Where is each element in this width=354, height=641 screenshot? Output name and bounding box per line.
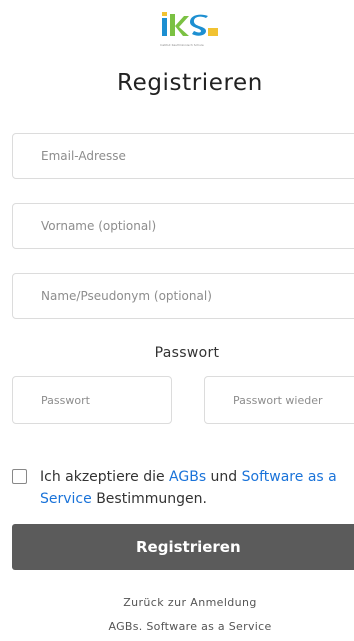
email-field[interactable] [13,134,354,178]
logo-subtitle: Institut Kaufmännisch Schule [160,43,204,47]
terms-checkbox[interactable] [12,469,27,484]
vorname-field[interactable] [13,204,354,248]
password-repeat-field-wrapper [204,376,354,424]
registration-page: Institut Kaufmännisch Schule Registriere… [0,0,354,641]
terms-prefix: Ich akzeptiere die [40,469,170,485]
password-section-label: Passwort [154,345,220,361]
vorname-field-wrapper [12,203,354,249]
back-to-login-link[interactable]: Zurück zur Anmeldung [0,596,354,609]
name-pseudonym-field[interactable] [13,274,354,318]
iks-logo: Institut Kaufmännisch Schule [160,12,228,48]
password-field-wrapper [12,376,172,424]
password-repeat-field[interactable] [205,377,354,423]
footer-agb-saas-link[interactable]: AGBs. Software as a Service [0,620,354,633]
register-button-label: Registrieren [136,538,241,556]
terms-consent: Ich akzeptiere die AGBs und Software as … [12,466,354,510]
register-button[interactable]: Registrieren [12,524,354,570]
name-field-wrapper [12,273,354,319]
terms-suffix: Bestimmungen. [91,491,207,507]
email-field-wrapper [12,133,354,179]
iks-logo-mark-icon [162,12,218,36]
terms-middle: und [206,469,242,485]
page-title: Registrieren [117,70,263,96]
password-field[interactable] [13,377,171,423]
terms-text: Ich akzeptiere die AGBs und Software as … [12,466,354,510]
agbs-link[interactable]: AGBs [169,469,206,485]
